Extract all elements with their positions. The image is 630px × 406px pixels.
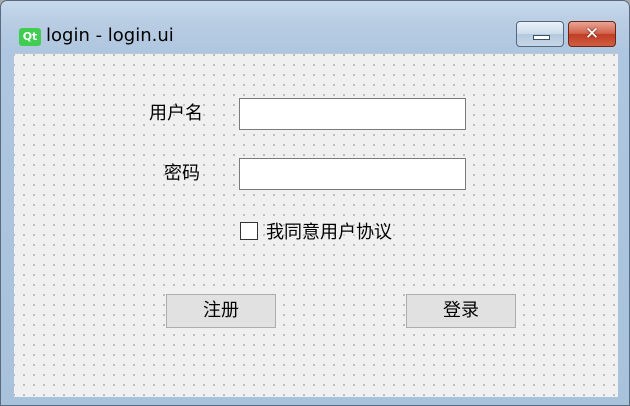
register-button[interactable]: 注册 — [166, 294, 276, 328]
password-label: 密码 — [164, 163, 200, 184]
agree-checkbox[interactable] — [240, 222, 258, 240]
username-input[interactable] — [239, 98, 466, 130]
username-label: 用户名 — [149, 103, 203, 124]
window-title: login - login.ui — [46, 25, 174, 46]
close-button[interactable]: ✕ — [568, 21, 616, 47]
qt-logo-icon: Qt — [19, 28, 41, 46]
password-input[interactable] — [239, 158, 466, 190]
title-bar[interactable]: Qt login - login.ui ✕ — [1, 1, 629, 53]
agree-label[interactable]: 我同意用户协议 — [266, 221, 392, 245]
minimize-button[interactable] — [516, 21, 564, 47]
designer-window: Qt login - login.ui ✕ 用户名 密码 我同意用户协议 注册 … — [0, 0, 630, 406]
close-icon: ✕ — [584, 24, 600, 44]
form-canvas[interactable]: 用户名 密码 我同意用户协议 注册 登录 — [14, 53, 618, 397]
minimize-icon — [533, 35, 550, 40]
login-button[interactable]: 登录 — [406, 294, 516, 328]
